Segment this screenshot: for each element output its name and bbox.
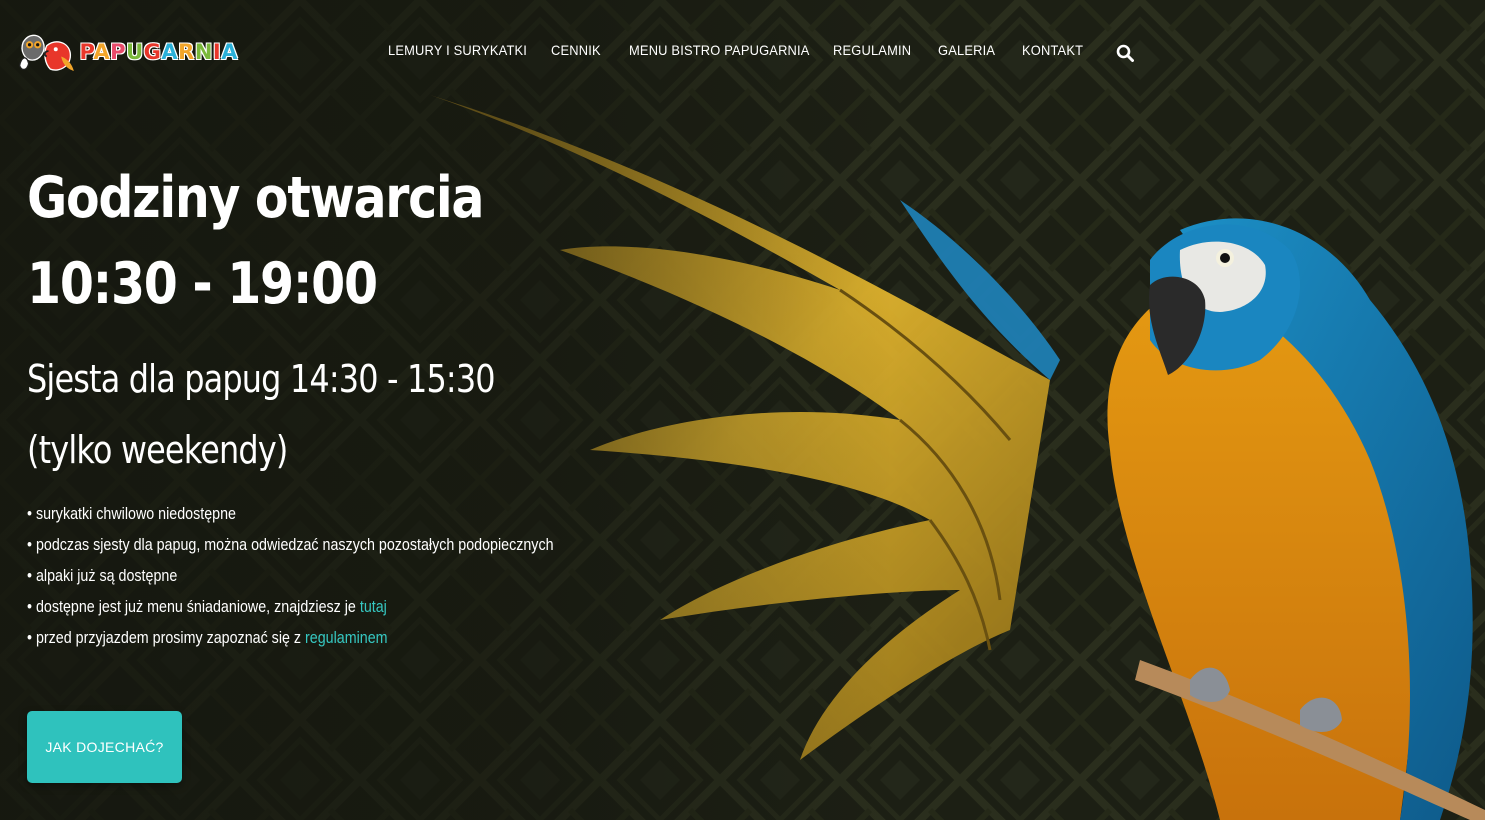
siesta-hours-subheading: Sjesta dla papug 14:30 - 15:30 (tylko we… — [27, 357, 496, 472]
list-item: • dostępne jest już menu śniadaniowe, zn… — [27, 597, 387, 616]
nav-item-menu-bistro[interactable]: MENU BISTRO PAPUGARNIA — [629, 42, 810, 58]
list-item: • alpaki już są dostępne — [27, 566, 178, 585]
search-icon[interactable] — [1116, 44, 1134, 62]
list-item: • surykatki chwilowo niedostępne — [27, 504, 237, 523]
nav-item-regulamin[interactable]: REGULAMIN — [833, 42, 911, 58]
nav-item-galeria[interactable]: GALERIA — [938, 42, 995, 58]
nav-item-cennik[interactable]: CENNIK — [551, 42, 601, 58]
regulations-link[interactable]: regulaminem — [305, 628, 388, 647]
list-item: • przed przyjazdem prosimy zapoznać się … — [27, 628, 388, 647]
nav-item-kontakt[interactable]: KONTAKT — [1022, 42, 1083, 58]
breakfast-menu-link[interactable]: tutaj — [360, 597, 387, 616]
announcement-list: • surykatki chwilowo niedostępne • podcz… — [27, 498, 677, 653]
list-item: • podczas sjesty dla papug, można odwied… — [27, 535, 554, 554]
nav-item-lemury-i-surykatki[interactable]: LEMURY I SURYKATKI — [388, 42, 527, 58]
site-logo[interactable]: PAPUGARNIA — [16, 27, 238, 77]
opening-hours-heading: Godziny otwarcia 10:30 - 19:00 — [27, 165, 485, 317]
logo-wordmark: PAPUGARNIA — [79, 40, 238, 64]
page: PAPUGARNIA LEMURY I SURYKATKI CENNIK MEN… — [0, 0, 1485, 820]
lemur-parrot-logo-icon — [18, 34, 74, 71]
directions-button[interactable]: JAK DOJECHAĆ? — [27, 711, 182, 783]
